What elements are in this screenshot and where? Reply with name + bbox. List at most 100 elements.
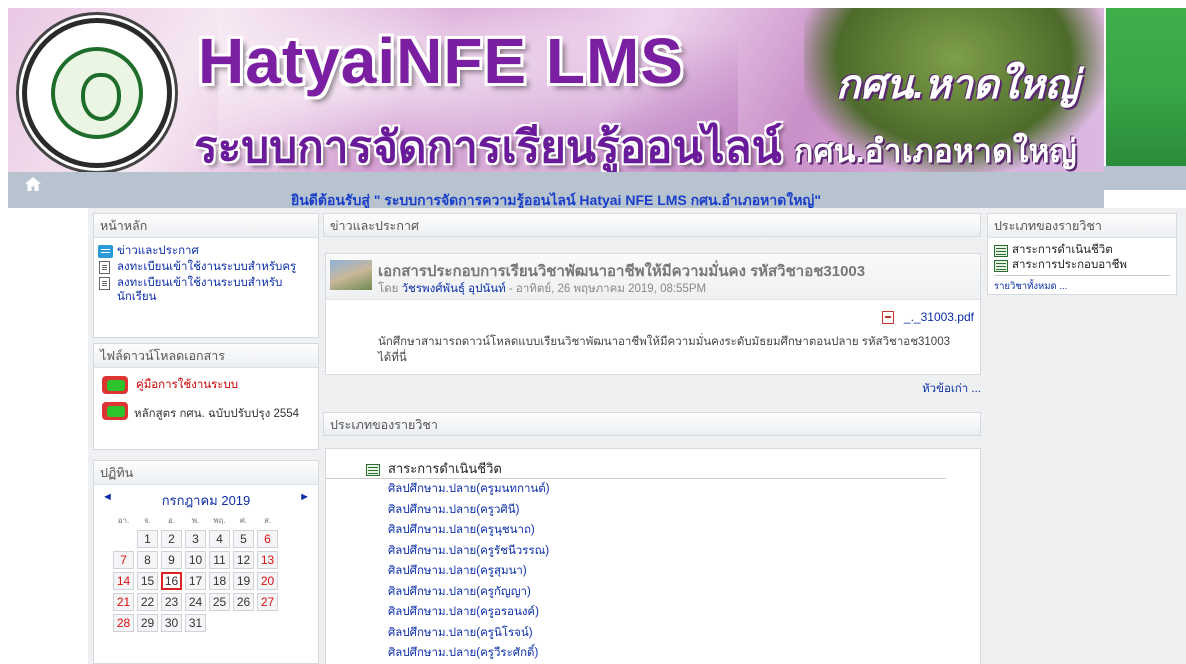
- nav-item-student-register-label[interactable]: ลงทะเบียนเข้าใช้งานระบบสำหรับนักเรียน: [117, 276, 312, 304]
- calendar-day[interactable]: 11: [209, 551, 230, 569]
- all-courses-link[interactable]: รายวิชาทั้งหมด ...: [994, 279, 1170, 294]
- course-link[interactable]: ศิลปศึกษาม.ปลาย(ครูนิโรจน์): [326, 623, 980, 644]
- calendar-day[interactable]: 14: [113, 572, 134, 590]
- calendar-day[interactable]: 13: [257, 551, 278, 569]
- calendar-day[interactable]: 31: [185, 614, 206, 632]
- nav-item-news[interactable]: ข่าวและประกาศ: [98, 244, 312, 258]
- site-subtitle-small: กศน.อำเภอหาดใหญ่: [793, 133, 1077, 169]
- download-icon: [102, 376, 128, 394]
- post-date: - อาทิตย์, 26 พฤษภาคม 2019, 08:55PM: [508, 283, 707, 295]
- weekday-label: พฤ.: [213, 516, 226, 525]
- category-icon: [994, 259, 1008, 272]
- navbar-extension: [1104, 166, 1186, 190]
- calendar-day[interactable]: 20: [257, 572, 278, 590]
- course-link[interactable]: ศิลปศึกษาม.ปลาย(ครูรัชนีวรรณ): [326, 541, 980, 562]
- nav-item-teacher-register[interactable]: ลงทะเบียนเข้าใช้งานระบบสำหรับครู: [98, 260, 312, 274]
- course-link[interactable]: ศิลปศึกษาม.ปลาย(ครูนุชนาถ): [326, 520, 980, 541]
- calendar-day[interactable]: 1: [137, 530, 158, 548]
- site-subtitle: ระบบการจัดการเรียนรู้ออนไลน์ กศน.อำเภอหา…: [194, 112, 1077, 172]
- calendar-day[interactable]: 8: [137, 551, 158, 569]
- download-curriculum-label[interactable]: หลักสูตร กศน. ฉบับปรับปรุง 2554: [134, 408, 299, 420]
- downloads-block-title: ไฟล์ดาวน์โหลดเอกสาร: [94, 344, 318, 368]
- calendar-day[interactable]: 26: [233, 593, 254, 611]
- calendar-day[interactable]: 23: [161, 593, 182, 611]
- navbar: ยินดีต้อนรับสู่ " ระบบการจัดการความรู้ออ…: [8, 172, 1104, 208]
- calendar-empty-cell: [233, 614, 254, 632]
- category-icon: [994, 244, 1008, 257]
- right-categories-block: ประเภทของรายวิชา สาระการดำเนินชีวิต สาระ…: [987, 213, 1177, 295]
- calendar-day[interactable]: 29: [137, 614, 158, 632]
- calendar-day[interactable]: 24: [185, 593, 206, 611]
- news-block-title: ข่าวและประกาศ: [323, 213, 981, 237]
- right-category-life-label[interactable]: สาระการดำเนินชีวิต: [1012, 243, 1113, 257]
- category-heading[interactable]: สาระการดำเนินชีวิต: [326, 462, 946, 479]
- calendar-day[interactable]: 18: [209, 572, 230, 590]
- site-subtitle-main: ระบบการจัดการเรียนรู้ออนไลน์: [194, 123, 782, 172]
- calendar-day[interactable]: 10: [185, 551, 206, 569]
- calendar-empty-cell: [209, 614, 230, 632]
- download-manual[interactable]: คู่มือการใช้งานระบบ: [102, 376, 312, 394]
- calendar-day[interactable]: 28: [113, 614, 134, 632]
- calendar-day[interactable]: 17: [185, 572, 206, 590]
- post-by: โดย: [378, 283, 399, 295]
- calendar-day[interactable]: 2: [161, 530, 182, 548]
- download-curriculum[interactable]: หลักสูตร กศน. ฉบับปรับปรุง 2554: [102, 402, 312, 422]
- calendar-day[interactable]: 6: [257, 530, 278, 548]
- calendar-day[interactable]: 9: [161, 551, 182, 569]
- category-heading-label[interactable]: สาระการดำเนินชีวิต: [384, 462, 502, 476]
- calendar-month[interactable]: กรกฎาคม 2019: [94, 490, 318, 511]
- calendar-day[interactable]: 25: [209, 593, 230, 611]
- calendar-block-title: ปฏิทิน: [94, 461, 318, 485]
- home-block-title: หน้าหลัก: [94, 214, 318, 238]
- calendar-day[interactable]: 15: [137, 572, 158, 590]
- course-link[interactable]: ศิลปศึกษาม.ปลาย(ครูมนทกานต์): [326, 479, 980, 500]
- right-category-career-label[interactable]: สาระการประกอบอาชีพ: [1012, 258, 1127, 272]
- course-link[interactable]: ศิลปศึกษาม.ปลาย(ครูสุมนา): [326, 561, 980, 582]
- calendar-day[interactable]: 21: [113, 593, 134, 611]
- course-link[interactable]: ศิลปศึกษาม.ปลาย(ครูอรอนงค์): [326, 602, 980, 623]
- course-link[interactable]: ศิลปศึกษาม.ปลาย(ครูกัญญา): [326, 582, 980, 603]
- course-link[interactable]: ศิลปศึกษาม.ปลาย(ครูวศินี): [326, 500, 980, 521]
- calendar-day[interactable]: 7: [113, 551, 134, 569]
- weekday-label: อา.: [117, 516, 130, 525]
- categories-content: สาระการดำเนินชีวิต ศิลปศึกษาม.ปลาย(ครูมน…: [325, 448, 981, 664]
- calendar-day[interactable]: 30: [161, 614, 182, 632]
- calendar-block: ปฏิทิน ◄ กรกฎาคม 2019 ► อา. จ. อ. พ. พฤ. ศ. ส.…: [93, 460, 319, 664]
- calendar-next-button[interactable]: ►: [299, 491, 310, 503]
- weekday-label: อ.: [167, 516, 176, 525]
- news-post: เอกสารประกอบการเรียนวิชาพัฒนาอาชีพให้มีค…: [325, 253, 981, 375]
- news-icon: [98, 245, 113, 258]
- site-title: HatyaiNFE LMS: [198, 25, 684, 97]
- author-avatar[interactable]: [330, 260, 372, 290]
- calendar-day[interactable]: 3: [185, 530, 206, 548]
- post-attachment-label[interactable]: _._31003.pdf: [904, 310, 974, 324]
- calendar-day[interactable]: 16: [161, 572, 182, 590]
- calendar-grid: อา. จ. อ. พ. พฤ. ศ. ส. 1 2 3 4 5 6 7 8 9 10 11 12 13 14 15 16 1…: [110, 511, 281, 635]
- right-category-career[interactable]: สาระการประกอบอาชีพ: [994, 258, 1170, 276]
- calendar-day[interactable]: 22: [137, 593, 158, 611]
- older-posts-link[interactable]: หัวข้อเก่า ...: [922, 380, 981, 398]
- page-icon: [99, 277, 110, 290]
- post-author[interactable]: วัชรพงศ์พันธุ์ อุปนันท์: [402, 283, 506, 295]
- nav-item-teacher-register-label[interactable]: ลงทะเบียนเข้าใช้งานระบบสำหรับครู: [117, 260, 296, 274]
- page-icon: [99, 261, 110, 274]
- right-category-life[interactable]: สาระการดำเนินชีวิต: [994, 243, 1170, 257]
- calendar-empty-cell: [113, 530, 134, 548]
- news-block: ข่าวและประกาศ เอกสารประกอบการเรียนวิชาพั…: [323, 213, 981, 403]
- calendar-day[interactable]: 5: [233, 530, 254, 548]
- calendar-day[interactable]: 4: [209, 530, 230, 548]
- right-categories-title: ประเภทของรายวิชา: [988, 214, 1176, 238]
- calendar-day[interactable]: 19: [233, 572, 254, 590]
- nav-item-student-register[interactable]: ลงทะเบียนเข้าใช้งานระบบสำหรับนักเรียน: [98, 276, 312, 304]
- nfe-seal-logo: [22, 18, 172, 168]
- post-attachment[interactable]: _._31003.pdf: [881, 310, 974, 324]
- calendar-day[interactable]: 27: [257, 593, 278, 611]
- course-link[interactable]: ศิลปศึกษาม.ปลาย(ครูวีระศักดิ์): [326, 643, 980, 664]
- weekday-label: ส.: [263, 516, 272, 525]
- downloads-block: ไฟล์ดาวน์โหลดเอกสาร คู่มือการใช้งานระบบ …: [93, 343, 319, 450]
- download-manual-label[interactable]: คู่มือการใช้งานระบบ: [132, 378, 238, 392]
- calendar-day[interactable]: 12: [233, 551, 254, 569]
- categories-block-title: ประเภทของรายวิชา: [323, 412, 981, 436]
- site-title-side: กศน.หาดใหญ่: [836, 63, 1079, 107]
- nav-item-news-label[interactable]: ข่าวและประกาศ: [117, 244, 199, 258]
